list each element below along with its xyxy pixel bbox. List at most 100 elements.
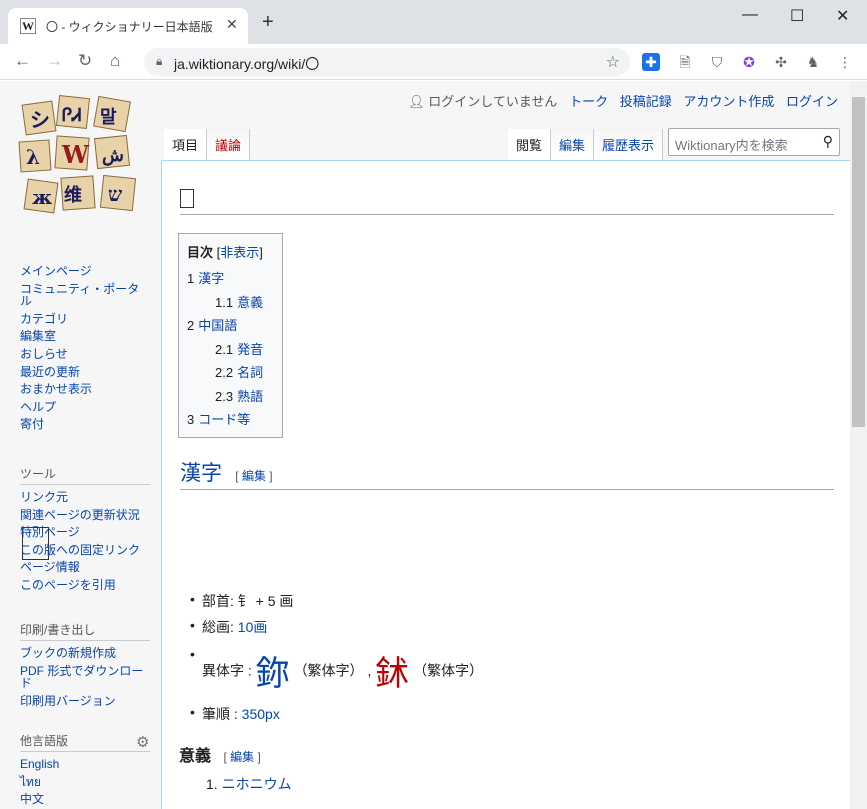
menu-icon[interactable]: ⋮	[836, 53, 854, 71]
sidebar-item[interactable]: 中文	[20, 793, 150, 806]
section-edit-link[interactable]: 編集	[242, 469, 266, 483]
toc-item[interactable]: 2.2 名詞	[187, 362, 274, 386]
sidebar-link[interactable]: ページ情報	[20, 560, 80, 574]
tab-page[interactable]: 項目	[164, 129, 208, 160]
create-account-link[interactable]: アカウント作成	[683, 94, 774, 109]
forward-icon[interactable]: →	[46, 51, 63, 71]
sidebar-link[interactable]: ไทย	[20, 775, 41, 789]
tab-edit-label[interactable]: 編集	[559, 138, 585, 153]
tab-edit[interactable]: 編集	[551, 129, 595, 160]
sidebar-link[interactable]: メインページ	[20, 264, 92, 278]
sidebar-item[interactable]: おしらせ	[20, 348, 150, 361]
toc-link[interactable]: 名詞	[237, 365, 263, 380]
home-icon[interactable]: ⌂	[110, 51, 120, 71]
tab-history-label[interactable]: 履歴表示	[602, 138, 654, 153]
toc-link[interactable]: 意義	[237, 295, 263, 310]
variant-link[interactable]: 鉨	[256, 655, 290, 693]
reload-icon[interactable]: ↻	[78, 51, 92, 71]
extension-puzzle-icon[interactable]: ✚	[642, 53, 660, 71]
toc-item[interactable]: 2 中国語	[187, 315, 274, 339]
sidebar-item[interactable]: English	[20, 758, 150, 771]
extension-star-icon[interactable]: ✪	[740, 53, 758, 71]
browser-tab[interactable]: W 〇 - ウィクショナリー日本語版 ✕	[8, 8, 248, 44]
sidebar-link[interactable]: 寄付	[20, 417, 44, 431]
sidebar-link[interactable]: 特別ページ	[20, 525, 80, 539]
section-edit-link[interactable]: 編集	[230, 750, 254, 764]
pocket-icon[interactable]: ⛉	[708, 53, 726, 71]
page-scrollbar[interactable]	[850, 81, 867, 809]
sidebar-link[interactable]: English	[20, 757, 59, 771]
scrollbar-thumb[interactable]	[852, 97, 865, 427]
sidebar-link[interactable]: 編集室	[20, 329, 56, 343]
sidebar-link[interactable]: 中文	[20, 792, 44, 806]
sidebar-item[interactable]: カテゴリ	[20, 312, 150, 326]
sidebar-item[interactable]: コミュニティ・ポータル	[20, 282, 150, 309]
minimize-icon[interactable]: —	[742, 6, 758, 24]
back-icon[interactable]: ←	[14, 51, 31, 71]
sidebar-link[interactable]: おしらせ	[20, 347, 68, 361]
contributions-link[interactable]: 投稿記録	[620, 94, 672, 109]
sidebar-link[interactable]: おまかせ表示	[20, 382, 92, 396]
sidebar-item[interactable]: 寄付	[20, 418, 150, 431]
tab-page-label[interactable]: 項目	[172, 138, 198, 153]
sidebar-link[interactable]: PDF 形式でダウンロード	[20, 664, 143, 691]
search-icon[interactable]: ⚲	[823, 133, 833, 150]
sidebar-item[interactable]: この版への固定リンク	[20, 543, 150, 557]
sidebar-item[interactable]: 最近の更新	[20, 365, 150, 379]
close-window-icon[interactable]: ✕	[836, 6, 849, 26]
tab-discussion-label[interactable]: 議論	[215, 138, 241, 153]
toc-item[interactable]: 2.1 発音	[187, 339, 274, 363]
sidebar-item[interactable]: 編集室	[20, 330, 150, 343]
toc-link[interactable]: 熟語	[237, 389, 263, 404]
sidebar-link[interactable]: ブックの新規作成	[20, 646, 116, 660]
sidebar-item[interactable]: 印刷用バージョン	[20, 694, 150, 708]
strokes-link[interactable]: 10画	[238, 619, 268, 635]
stroke-order-link[interactable]: 350px	[242, 706, 280, 722]
sidebar-link[interactable]: 関連ページの更新状況	[20, 508, 140, 522]
sidebar-item[interactable]: メインページ	[20, 265, 150, 278]
extension-doc-icon[interactable]: 🗎	[676, 53, 694, 71]
tab-close-icon[interactable]: ✕	[226, 16, 238, 33]
sidebar-link[interactable]: ヘルプ	[20, 400, 56, 414]
toc-link[interactable]: 漢字	[198, 271, 224, 286]
extensions-icon[interactable]: ✣	[772, 53, 790, 71]
toc-link[interactable]: コード等	[198, 412, 250, 427]
sidebar-link[interactable]: このページを引用	[20, 578, 116, 592]
sidebar-item[interactable]: 関連ページの更新状況	[20, 508, 150, 522]
toc-item[interactable]: 2.3 熟語	[187, 386, 274, 410]
tab-history[interactable]: 履歴表示	[594, 129, 664, 160]
meaning-link[interactable]: ニホニウム	[222, 776, 292, 792]
toc-item[interactable]: 1 漢字	[187, 268, 274, 292]
new-tab-icon[interactable]: +	[262, 12, 274, 32]
toc-item[interactable]: 3 コード等	[187, 409, 274, 433]
bookmark-star-icon[interactable]: ☆	[606, 52, 620, 72]
language-settings-gear-icon[interactable]: ⚙	[136, 733, 149, 751]
sidebar-item[interactable]: このページを引用	[20, 579, 150, 592]
variant-link-missing[interactable]: 鉥	[375, 655, 409, 693]
sidebar-link[interactable]: リンク元	[20, 490, 68, 504]
sidebar-link[interactable]: この版への固定リンク	[20, 543, 140, 557]
tab-read[interactable]: 閲覧	[508, 129, 552, 160]
toc-item[interactable]: 1.1 意義	[187, 292, 274, 316]
sidebar-link[interactable]: カテゴリ	[20, 312, 68, 326]
sidebar-item[interactable]: リンク元	[20, 491, 150, 504]
sidebar-item[interactable]: ページ情報	[20, 561, 150, 574]
extension-profile-icon[interactable]: ♞	[804, 53, 822, 71]
sidebar-item[interactable]: PDF 形式でダウンロード	[20, 664, 150, 691]
sidebar-item[interactable]: 特別ページ	[20, 526, 150, 539]
address-bar[interactable]: 🔒︎ ja.wiktionary.org/wiki/〇 ☆	[144, 48, 630, 76]
maximize-icon[interactable]: ☐	[790, 6, 804, 26]
sidebar-item[interactable]: おまかせ表示	[20, 383, 150, 396]
toc-link[interactable]: 発音	[237, 342, 263, 357]
url-text[interactable]: ja.wiktionary.org/wiki/〇	[174, 54, 319, 74]
search-input[interactable]: Wiktionary内を検索 ⚲	[668, 128, 840, 156]
sidebar-link[interactable]: 印刷用バージョン	[20, 694, 116, 708]
sidebar-item[interactable]: ブックの新規作成	[20, 647, 150, 660]
toc-link[interactable]: 中国語	[198, 318, 237, 333]
sidebar-item[interactable]: ヘルプ	[20, 400, 150, 414]
tab-discussion[interactable]: 議論	[207, 129, 251, 160]
wiktionary-logo[interactable]: シ ᎵᏗ 말 λ W ش ж 维 ש	[14, 91, 149, 221]
tab-read-label[interactable]: 閲覧	[516, 138, 542, 153]
login-link[interactable]: ログイン	[786, 94, 838, 109]
sidebar-link[interactable]: コミュニティ・ポータル	[20, 282, 139, 309]
